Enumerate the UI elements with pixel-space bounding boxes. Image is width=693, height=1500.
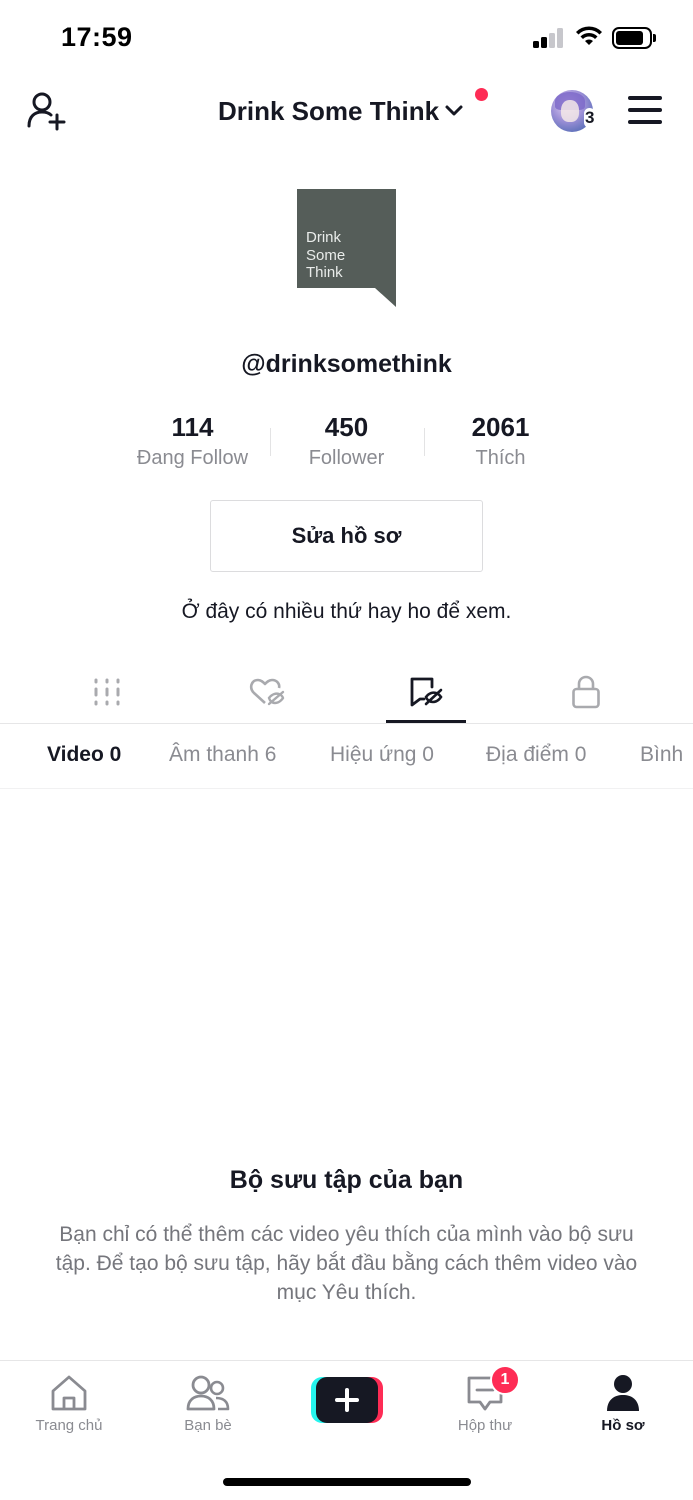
subtab-comments[interactable]: Bình (640, 743, 683, 767)
story-count: 3 (584, 108, 596, 128)
nav-inbox-label: Hộp thư (457, 1417, 513, 1434)
stat-followers-label: Follower (308, 447, 385, 469)
profile-handle: @drinksomethink (241, 350, 452, 378)
nav-home[interactable]: Trang chủ (14, 1373, 124, 1434)
tab-favorites[interactable] (386, 660, 466, 724)
nav-inbox[interactable]: Hộp thư (430, 1373, 540, 1434)
empty-state-title: Bộ sưu tập của bạn (229, 1166, 464, 1194)
subtab-places[interactable]: Địa điểm 0 (486, 743, 586, 767)
subtab-sounds[interactable]: Âm thanh 6 (169, 743, 276, 767)
battery-icon (612, 27, 656, 49)
collection-sub-tabs: Video 0 Âm thanh 6 Hiệu ứng 0 Địa điểm 0… (0, 725, 693, 789)
nav-friends[interactable]: Bạn bè (153, 1373, 263, 1434)
tab-liked[interactable] (227, 660, 307, 724)
add-user-icon[interactable] (26, 90, 68, 132)
stat-following-label: Đang Follow (136, 447, 249, 469)
content-icon-tabs (0, 660, 693, 724)
empty-state-description: Bạn chỉ có thể thêm các video yêu thích … (55, 1223, 638, 1304)
friends-icon (186, 1375, 230, 1411)
profile-icon (607, 1375, 639, 1411)
stat-followers[interactable]: 450 Follower (269, 410, 424, 472)
create-button[interactable] (311, 1377, 383, 1423)
signal-icon (533, 28, 565, 48)
lock-icon (572, 675, 600, 709)
stat-likes-value: 2061 (471, 412, 530, 442)
subtab-video[interactable]: Video 0 (47, 743, 121, 767)
create-plus-icon (335, 1388, 359, 1412)
nav-home-label: Trang chủ (35, 1417, 103, 1434)
profile-header: Drink Some Think 3 (0, 76, 693, 146)
logo-text: Drink Some Think (306, 229, 346, 281)
account-switcher[interactable]: Drink Some Think (218, 94, 465, 128)
nav-profile[interactable]: Hồ sơ (568, 1373, 678, 1434)
tab-private[interactable] (546, 660, 626, 724)
inbox-badge: 1 (490, 1365, 520, 1395)
profile-stats: 114 Đang Follow 450 Follower 2061 Thích (0, 410, 693, 474)
hamburger-menu-icon[interactable] (628, 96, 662, 124)
chevron-down-icon (445, 105, 463, 116)
notification-dot (475, 88, 488, 101)
stat-likes-label: Thích (475, 447, 526, 469)
status-time: 17:59 (61, 22, 133, 52)
edit-profile-button[interactable]: Sửa hồ sơ (210, 500, 483, 572)
favorites-hidden-icon (410, 677, 443, 707)
home-indicator[interactable] (223, 1478, 471, 1486)
home-icon (51, 1375, 87, 1411)
stat-likes[interactable]: 2061 Thích (423, 410, 578, 472)
subtab-effects[interactable]: Hiệu ứng 0 (330, 743, 434, 767)
stat-followers-value: 450 (324, 412, 369, 442)
profile-bio: Ở đây có nhiều thứ hay ho để xem. (181, 600, 512, 623)
stat-following-value: 114 (171, 412, 214, 442)
videos-grid-icon (94, 678, 120, 706)
nav-profile-label: Hồ sơ (601, 1417, 645, 1434)
wifi-icon (576, 26, 602, 45)
status-bar: 17:59 (0, 0, 693, 76)
active-tab-indicator (386, 720, 466, 723)
account-name: Drink Some Think (218, 95, 440, 126)
tab-videos[interactable] (67, 660, 147, 724)
liked-hidden-icon (249, 678, 285, 706)
stat-following[interactable]: 114 Đang Follow (115, 410, 270, 472)
nav-friends-label: Bạn bè (184, 1417, 232, 1434)
